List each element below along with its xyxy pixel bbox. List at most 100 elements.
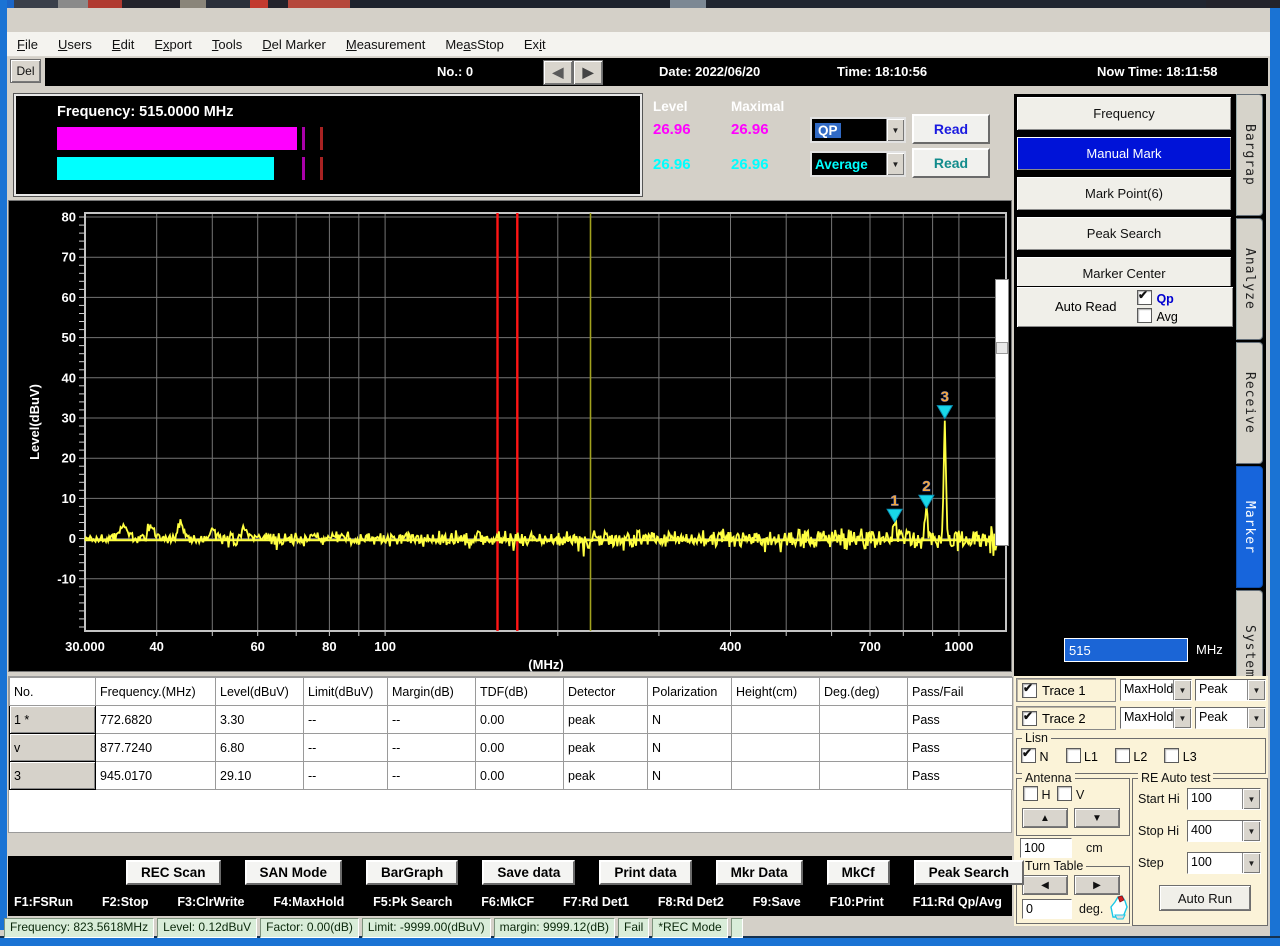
command-button[interactable]: BarGraph [366, 860, 458, 885]
lisn-checkbox[interactable] [1021, 748, 1036, 763]
spectrum-chart[interactable]: -100102030405060708030.00040608010040070… [9, 201, 1013, 673]
chevron-down-icon[interactable]: ▼ [886, 153, 904, 175]
command-button[interactable]: SAN Mode [245, 860, 343, 885]
stop-height-select[interactable]: 400▼ [1187, 820, 1261, 842]
qp-detector-select[interactable]: QP ▼ [810, 117, 906, 143]
chevron-down-icon[interactable]: ▼ [886, 119, 904, 141]
marker-buttons: Frequency Manual Mark Mark Point(6) Peak Se… [1016, 96, 1232, 296]
step-select[interactable]: 100▼ [1187, 852, 1261, 874]
trace1-checkbox[interactable] [1022, 683, 1037, 698]
menu-item[interactable]: Del Marker [252, 34, 336, 55]
chevron-down-icon[interactable]: ▼ [1247, 708, 1265, 728]
lisn-checkbox[interactable] [1115, 748, 1130, 763]
turntable-angle-input[interactable] [1022, 899, 1072, 919]
marker-frequency-input[interactable] [1064, 638, 1188, 662]
down-arrow-icon: ▼ [1092, 813, 1102, 824]
table-header-cell: Pass/Fail [908, 678, 1013, 706]
marker-panel-button[interactable]: Manual Mark [1016, 136, 1232, 171]
auto-read-label: Auto Read [1055, 299, 1116, 314]
menu-item[interactable]: Exit [514, 34, 556, 55]
avg-marker-tick-1 [302, 157, 305, 180]
del-button[interactable]: Del [10, 59, 41, 83]
next-record-button[interactable]: ▶ [573, 60, 603, 85]
table-header-cell: Frequency.(MHz) [96, 678, 216, 706]
side-tab[interactable]: Analyze [1236, 218, 1263, 340]
command-button[interactable]: REC Scan [126, 860, 221, 885]
qp-marker-tick-2 [320, 127, 323, 150]
trace2-detector-select[interactable]: Peak▼ [1195, 707, 1266, 729]
command-button[interactable]: Peak Search [914, 860, 1024, 885]
table-row[interactable]: 1 *772.68203.30----0.00peakNPass [10, 706, 1013, 734]
menu-item[interactable]: File [7, 34, 48, 55]
trace2-checkbox[interactable] [1022, 711, 1037, 726]
table-row[interactable]: v877.72406.80----0.00peakNPass [10, 734, 1013, 762]
chevron-down-icon[interactable]: ▼ [1242, 853, 1260, 873]
table-header-cell: Detector [564, 678, 648, 706]
command-button[interactable]: Save data [482, 860, 575, 885]
start-height-select[interactable]: 100▼ [1187, 788, 1261, 810]
level-header: Level [653, 99, 688, 114]
status-segment: *REC Mode [652, 918, 727, 938]
side-tab-strip: BargrapAnalyzeReceiveMarkerSystem [1236, 94, 1266, 676]
chevron-down-icon[interactable]: ▼ [1173, 708, 1191, 728]
menu-item[interactable]: Measurement [336, 34, 436, 55]
auto-read-box: Auto Read Qp Avg [1016, 286, 1234, 328]
svg-text:3: 3 [941, 389, 949, 406]
svg-text:50: 50 [62, 330, 76, 345]
prev-record-button[interactable]: ◀ [543, 60, 573, 85]
lisn-checkbox[interactable] [1164, 748, 1179, 763]
marker-panel-button[interactable]: Mark Point(6) [1016, 176, 1232, 211]
chevron-down-icon[interactable]: ▼ [1247, 680, 1265, 700]
auto-run-button[interactable]: Auto Run [1159, 885, 1251, 911]
lisn-checkbox[interactable] [1066, 748, 1081, 763]
table-header-cell: Polarization [648, 678, 732, 706]
status-segment: Level: 0.12dBuV [157, 918, 257, 938]
chevron-down-icon[interactable]: ▼ [1173, 680, 1191, 700]
trace1-detector-select[interactable]: Peak▼ [1195, 679, 1266, 701]
scrollbar-thumb[interactable] [996, 342, 1008, 354]
antenna-down-button[interactable]: ▼ [1074, 808, 1120, 828]
maximal-header: Maximal [731, 99, 784, 114]
side-tab[interactable]: Bargrap [1236, 94, 1263, 216]
chevron-down-icon[interactable]: ▼ [1242, 821, 1260, 841]
trace1-mode-select[interactable]: MaxHold▼ [1120, 679, 1192, 701]
avg-level-value: 26.96 [653, 156, 691, 173]
marker-panel-button[interactable]: Peak Search [1016, 216, 1232, 251]
menu-item[interactable]: Export [144, 34, 202, 55]
lisn-options: N L1 L2 L3 [1017, 739, 1265, 764]
qp-maximal-value: 26.96 [731, 121, 769, 138]
function-key-label: F10:Print [830, 895, 884, 909]
function-key-label: F6:MkCF [481, 895, 534, 909]
antenna-up-button[interactable]: ▲ [1022, 808, 1068, 828]
svg-text:1000: 1000 [944, 639, 973, 654]
menu-item[interactable]: Tools [202, 34, 252, 55]
command-button[interactable]: Mkr Data [716, 860, 803, 885]
status-segment: Fail [618, 918, 649, 938]
turntable-right-button[interactable]: ▶ [1074, 875, 1120, 895]
menu-item[interactable]: MeasStop [435, 34, 514, 55]
avg-checkbox[interactable] [1137, 308, 1152, 323]
results-table: No.Frequency.(MHz)Level(dBuV)Limit(dBuV)… [9, 677, 1013, 790]
qp-read-button[interactable]: Read [912, 114, 990, 144]
side-tab[interactable]: Receive [1236, 342, 1263, 464]
record-number: No.: 0 [437, 64, 473, 79]
qp-checkbox[interactable] [1137, 290, 1152, 305]
marker-panel-button[interactable]: Frequency [1016, 96, 1232, 131]
antenna-height-input[interactable] [1020, 838, 1072, 858]
table-header-cell: Deg.(deg) [820, 678, 908, 706]
amplitude-scrollbar[interactable] [995, 279, 1009, 546]
chart-panel[interactable]: -100102030405060708030.00040608010040070… [8, 200, 1012, 672]
table-row[interactable]: 3945.017029.10----0.00peakNPass [10, 762, 1013, 790]
chevron-down-icon[interactable]: ▼ [1242, 789, 1260, 809]
side-tab[interactable]: Marker [1236, 466, 1263, 588]
avg-read-button[interactable]: Read [912, 148, 990, 178]
command-button[interactable]: Print data [599, 860, 691, 885]
trace2-mode-select[interactable]: MaxHold▼ [1120, 707, 1192, 729]
antenna-v-checkbox[interactable] [1057, 786, 1072, 801]
menu-item[interactable]: Edit [102, 34, 144, 55]
menu-item[interactable]: Users [48, 34, 102, 55]
antenna-h-checkbox[interactable] [1023, 786, 1038, 801]
command-button[interactable]: MkCf [827, 860, 890, 885]
avg-detector-select[interactable]: Average ▼ [810, 151, 906, 177]
turntable-left-button[interactable]: ◀ [1022, 875, 1068, 895]
